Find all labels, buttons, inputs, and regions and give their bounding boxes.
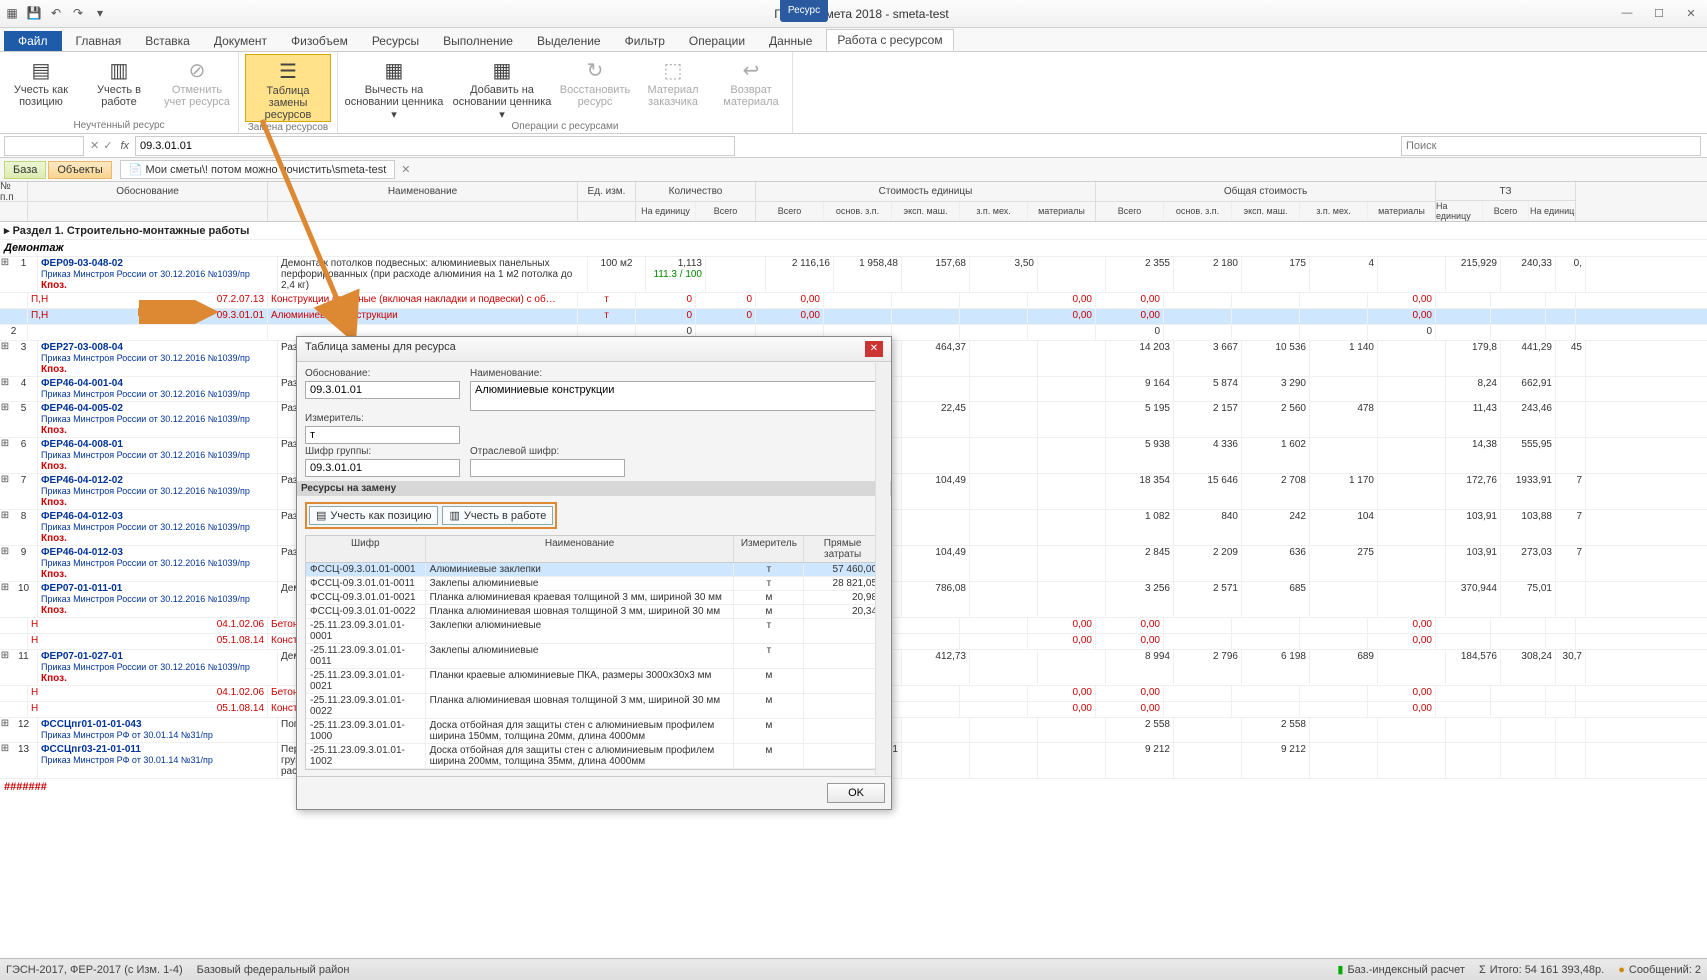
dlg-naim-input[interactable]: Алюминиевые конструкции	[470, 381, 883, 411]
dlg-list-item[interactable]: ФССЦ-09.3.01.01-0001Алюминиевые заклепки…	[306, 563, 882, 577]
fx-icon: fx	[114, 140, 135, 152]
group-ops: Операции с ресурсами	[344, 121, 786, 134]
replace-dialog: Таблица замены для ресурса ✕ Обоснование…	[296, 336, 892, 810]
fx-cancel-icon[interactable]: ✕	[88, 139, 101, 152]
close-icon[interactable]: ✕	[1679, 7, 1703, 20]
search-input[interactable]	[1401, 136, 1701, 156]
btn-objects[interactable]: Объекты	[48, 161, 111, 179]
btn-subtract[interactable]: ▦Вычесть на основании ценника ▾	[344, 54, 444, 121]
tab-main[interactable]: Главная	[66, 31, 132, 51]
btn-replace-table[interactable]: ☰Таблица замены ресурсов	[245, 54, 331, 122]
status-calc[interactable]: ▮Баз.-индексный расчет	[1337, 963, 1465, 976]
dlg-list-item[interactable]: -25.11.23.09.3.01.01-0001Заклепки алюмин…	[306, 619, 882, 644]
tab-resource-work[interactable]: Работа с ресурсом	[826, 29, 953, 51]
resource-row-selected[interactable]: П,Н09.3.01.01 Алюминиевые конструкциит 0…	[0, 309, 1707, 325]
namebox[interactable]	[4, 136, 84, 156]
tab-insert[interactable]: Вставка	[135, 31, 200, 51]
doc-close-icon[interactable]: ✕	[397, 163, 414, 176]
qat-more-icon[interactable]: ▾	[92, 6, 108, 22]
save-icon[interactable]: 💾	[26, 6, 42, 22]
cancel-icon: ⊘	[181, 56, 213, 84]
dialog-title: Таблица замены для ресурса	[305, 341, 456, 357]
status-region: Базовый федеральный район	[197, 964, 350, 976]
redo-icon[interactable]: ↷	[70, 6, 86, 22]
annotation-action-highlight: ▤ Учесть как позицию ▥ Учесть в работе	[305, 502, 557, 529]
resource-row[interactable]: П,Н07.2.07.13 Конструкции стальные (вклю…	[0, 293, 1707, 309]
file-tab[interactable]: Файл	[4, 31, 62, 51]
btn-uchet-work[interactable]: ▥Учесть в работе	[84, 54, 154, 120]
btn-restore[interactable]: ↻Восстановить ресурс	[560, 54, 630, 121]
context-tab-resource[interactable]: Ресурс	[780, 0, 828, 22]
status-db: ГЭСН-2017, ФЕР-2017 (с Изм. 1-4)	[6, 964, 183, 976]
dlg-list-item[interactable]: -25.11.23.09.3.01.01-1000Доска отбойная …	[306, 719, 882, 744]
fx-accept-icon[interactable]: ✓	[101, 139, 114, 152]
window-title: ГРАНД-Смета 2018 - smeta-test	[108, 7, 1615, 21]
restore-icon: ↻	[579, 56, 611, 84]
table-icon: ☰	[272, 57, 304, 85]
tab-filter[interactable]: Фильтр	[615, 31, 675, 51]
btn-add-price[interactable]: ▦Добавить на основании ценника ▾	[452, 54, 552, 121]
dlg-ok-button[interactable]: OK	[827, 783, 885, 803]
app-icon: ▦	[4, 6, 20, 22]
status-messages[interactable]: ●Сообщений: 2	[1618, 964, 1701, 976]
tab-vydelenie[interactable]: Выделение	[527, 31, 611, 51]
dlg-izm-input[interactable]	[305, 426, 460, 444]
btn-material[interactable]: ⬚Материал заказчика	[638, 54, 708, 121]
minimize-icon[interactable]: —	[1615, 7, 1639, 20]
tab-fizobem[interactable]: Физобъем	[281, 31, 358, 51]
formula-input[interactable]	[135, 136, 735, 156]
grid-header: № п.п Обоснование Наименование Ед. изм. …	[0, 182, 1707, 222]
table-row[interactable]: ⊞ 1 ФЕР09-03-048-02Приказ Минстроя Росси…	[0, 257, 1707, 293]
group-replace: Замена ресурсов	[245, 122, 331, 135]
dlg-list-item[interactable]: -25.11.23.09.3.01.01-1002Доска отбойная …	[306, 744, 882, 769]
tab-resources[interactable]: Ресурсы	[362, 31, 429, 51]
tab-operations[interactable]: Операции	[679, 31, 755, 51]
resource-work-icon: ▥	[103, 56, 135, 84]
dlg-otr-input[interactable]	[470, 459, 625, 477]
return-icon: ↩	[735, 56, 767, 84]
dlg-list-item[interactable]: -25.11.23.09.3.01.01-0022Планка алюминие…	[306, 694, 882, 719]
resource-pos-icon: ▤	[25, 56, 57, 84]
dlg-btn-as-pos[interactable]: ▤ Учесть как позицию	[309, 506, 438, 525]
dlg-list-item[interactable]: ФССЦ-09.3.01.01-0022Планка алюминиевая ш…	[306, 605, 882, 619]
subtract-icon: ▦	[378, 56, 410, 84]
tab-data[interactable]: Данные	[759, 31, 822, 51]
dlg-section-header: Ресурсы на замену	[297, 481, 891, 496]
section-header[interactable]: ▸ Раздел 1. Строительно-монтажные работы	[0, 222, 1707, 240]
status-total: ΣИтого: 54 161 393,48р.	[1479, 964, 1604, 976]
dlg-scrollbar[interactable]	[875, 363, 890, 775]
dlg-grid-header: ШифрНаименованиеИзмерительПрямые затраты	[306, 536, 882, 563]
dlg-obos-input[interactable]	[305, 381, 460, 399]
tab-vypolnenie[interactable]: Выполнение	[433, 31, 523, 51]
btn-return[interactable]: ↩Возврат материала	[716, 54, 786, 121]
dlg-list-item[interactable]: ФССЦ-09.3.01.01-0021Планка алюминиевая к…	[306, 591, 882, 605]
dlg-list-item[interactable]: -25.11.23.09.3.01.01-0011Заклепы алюмини…	[306, 644, 882, 669]
tab-document[interactable]: Документ	[204, 31, 277, 51]
material-icon: ⬚	[657, 56, 689, 84]
btn-uchet-pos[interactable]: ▤Учесть как позицию	[6, 54, 76, 120]
btn-cancel-uchet[interactable]: ⊘Отменить учет ресурса	[162, 54, 232, 120]
undo-icon[interactable]: ↶	[48, 6, 64, 22]
group-uncounted: Неучтенный ресурс	[6, 120, 232, 133]
dlg-shifr-input[interactable]	[305, 459, 460, 477]
btn-base[interactable]: База	[4, 161, 46, 179]
dialog-close-icon[interactable]: ✕	[865, 341, 883, 357]
dlg-btn-in-work[interactable]: ▥ Учесть в работе	[442, 506, 553, 525]
maximize-icon[interactable]: ☐	[1647, 7, 1671, 20]
subsection-header: Демонтаж	[0, 240, 1707, 257]
dlg-list-item[interactable]: ФССЦ-09.3.01.01-0011Заклепы алюминиевыет…	[306, 577, 882, 591]
dlg-list-item[interactable]: -25.11.23.09.3.01.01-0021Планки краевые …	[306, 669, 882, 694]
doc-tab[interactable]: 📄 Мои сметы\! потом можно почистить\smet…	[120, 160, 396, 179]
add-icon: ▦	[486, 56, 518, 84]
